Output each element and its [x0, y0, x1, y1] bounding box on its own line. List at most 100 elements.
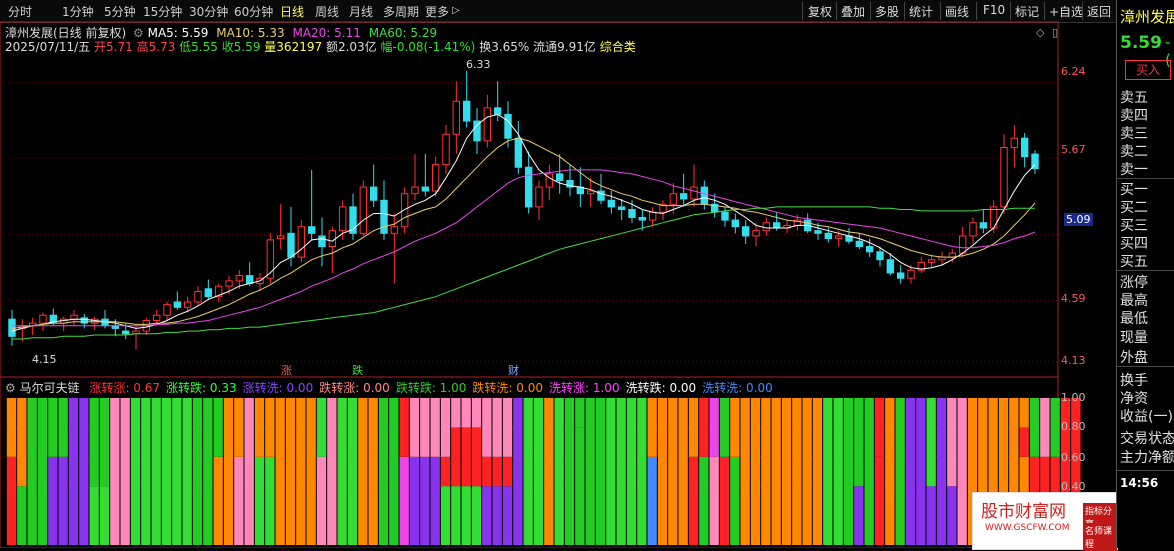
right-panel-item[interactable]: 涨停: [1120, 272, 1148, 292]
candle-body: [772, 222, 781, 229]
right-panel-item[interactable]: 买一: [1120, 179, 1148, 199]
indicator-bar: [688, 398, 699, 457]
indicator-bar: [471, 427, 482, 487]
indicator-bar: [575, 427, 585, 545]
indicator-bar: [502, 486, 513, 545]
candle-body: [586, 190, 595, 195]
right-panel-item[interactable]: 换手: [1120, 370, 1148, 390]
indicator-bar: [213, 456, 223, 545]
indicator-bar: [451, 398, 461, 428]
indicator-bar: [461, 427, 471, 487]
ma-line-ma10: [11, 137, 1036, 329]
right-panel-item[interactable]: 最高: [1120, 290, 1148, 310]
indicator-item-value: 0.33: [206, 381, 237, 395]
indicator-gear-icon[interactable]: ⚙: [5, 381, 16, 395]
right-panel-item[interactable]: 卖三: [1120, 123, 1148, 143]
indicator-bar: [389, 398, 399, 545]
indicator-bar: [89, 486, 99, 545]
event-marker-finance[interactable]: 财: [508, 362, 519, 378]
indicator-bar: [79, 398, 89, 545]
candle-body: [814, 230, 822, 234]
indicator-bar: [482, 456, 492, 487]
indicator-bar: [213, 398, 223, 457]
indicator-axis-label: 0.60: [1061, 451, 1086, 464]
event-marker-up[interactable]: 涨: [281, 362, 292, 378]
right-panel-item[interactable]: 卖二: [1120, 141, 1148, 161]
indicator-bar: [461, 486, 471, 545]
right-panel-item[interactable]: 最低: [1120, 308, 1148, 328]
indicator-item: 涨转涨: 0.67: [89, 381, 160, 395]
indicator-bar: [771, 398, 781, 545]
right-panel-item[interactable]: 卖四: [1120, 105, 1148, 125]
candle-body: [163, 304, 171, 316]
indicator-bar: [337, 398, 347, 545]
indicator-bar: [327, 398, 337, 545]
indicator-bar: [947, 398, 957, 487]
candle-body: [524, 166, 533, 208]
candle-body: [235, 275, 244, 282]
ma-line-ma5: [11, 113, 1036, 332]
indicator-values: 涨转涨: 0.67 涨转跌: 0.33 涨转洗: 0.00 跌转涨: 0.00 跌转跌:…: [83, 381, 772, 395]
right-panel-item[interactable]: 净资: [1120, 388, 1148, 408]
right-panel-item[interactable]: 收益(一): [1120, 406, 1173, 426]
indicator-item: 跌转跌: 1.00: [396, 381, 467, 395]
indicator-bar: [471, 486, 482, 545]
indicator-bar: [513, 398, 523, 545]
indicator-bar: [678, 398, 688, 545]
indicator-bar: [699, 398, 709, 457]
indicator-bar: [1040, 398, 1050, 457]
right-panel-item[interactable]: 卖五: [1120, 87, 1148, 107]
candle-body: [1010, 137, 1019, 148]
indicator-bar: [523, 398, 533, 545]
indicator-bar: [750, 398, 761, 545]
indicator-bar: [151, 398, 161, 545]
buy-button[interactable]: 买入: [1125, 60, 1171, 80]
indicator-bar: [730, 456, 740, 545]
right-panel-item[interactable]: 主力净额: [1120, 447, 1174, 467]
indicator-bar: [1019, 427, 1029, 457]
indicator-item-value: 1.00: [435, 381, 467, 395]
right-time: 14:56: [1120, 476, 1159, 490]
candle-body: [648, 211, 657, 221]
price-axis-label: 4.13: [1061, 354, 1086, 367]
candle-body: [245, 275, 254, 285]
indicator-bar: [895, 398, 905, 545]
right-panel-item[interactable]: 买五: [1120, 251, 1148, 271]
indicator-bar: [265, 456, 275, 545]
candle-body: [380, 199, 388, 234]
indicator-item-label: 涨转跌:: [166, 381, 207, 395]
indicator-bar: [440, 486, 451, 545]
right-panel-item[interactable]: 外盘: [1120, 347, 1148, 367]
indicator-bar: [637, 398, 647, 545]
indicator-axis-label: 1.00: [1061, 391, 1086, 404]
event-marker-down[interactable]: 跌: [352, 362, 363, 378]
candle-body: [173, 301, 182, 308]
indicator-bar: [306, 398, 316, 545]
price-axis-label: 5.67: [1061, 143, 1086, 156]
indicator-item: 洗转跌: 0.00: [626, 381, 697, 395]
indicator-bar: [27, 398, 37, 545]
candle-body: [721, 211, 729, 221]
right-panel-item[interactable]: 买三: [1120, 215, 1148, 235]
indicator-bar: [564, 398, 575, 545]
indicator-item-label: 涨转涨:: [89, 381, 130, 395]
indicator-bar: [120, 398, 130, 545]
indicator-bar: [905, 398, 916, 545]
indicator-item-value: 0.00: [359, 381, 390, 395]
right-panel-item[interactable]: 买四: [1120, 233, 1148, 253]
right-panel-item[interactable]: 卖一: [1120, 159, 1148, 179]
indicator-bar: [6, 456, 17, 545]
indicator-bar: [192, 398, 203, 545]
indicator-bar: [471, 398, 482, 428]
indicator-bar: [130, 398, 141, 545]
indicator-bar: [688, 456, 699, 545]
ma-line-ma20: [12, 169, 1036, 327]
ma-line-ma60: [12, 206, 1035, 340]
right-panel-item[interactable]: 现量: [1120, 327, 1148, 347]
right-panel-item[interactable]: 交易状态: [1120, 428, 1174, 448]
indicator-bar: [234, 456, 244, 545]
right-panel-item[interactable]: 买二: [1120, 197, 1148, 217]
indicator-bar: [461, 398, 471, 428]
indicator-item-label: 跌转洗:: [472, 381, 513, 395]
indicator-bar: [709, 456, 719, 545]
